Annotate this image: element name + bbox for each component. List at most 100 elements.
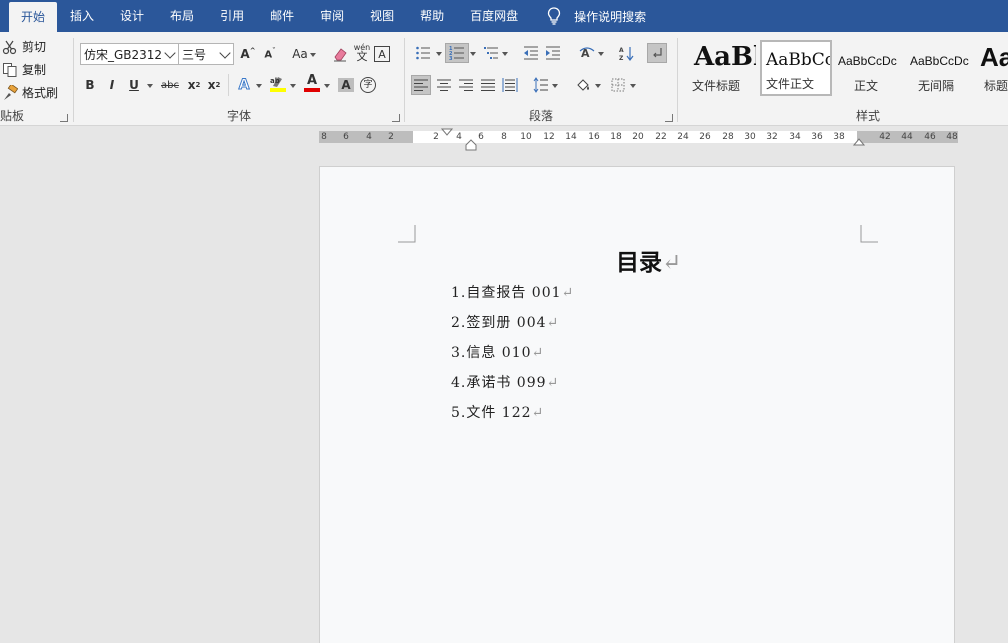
- ruler-tick-label: 36: [811, 132, 823, 142]
- font-row-divider: [228, 74, 229, 96]
- lightbulb-icon: [548, 7, 561, 25]
- subscript-x: x: [187, 78, 196, 92]
- tab-home[interactable]: 开始: [9, 2, 58, 32]
- decrease-indent-button[interactable]: [521, 43, 541, 63]
- borders-button[interactable]: [608, 75, 628, 95]
- line-spacing-button[interactable]: [531, 75, 551, 95]
- toc-line[interactable]: 4.承诺书 099↵: [451, 372, 559, 392]
- svg-text:3: 3: [449, 56, 453, 61]
- ruler-tick-label: 4: [366, 132, 372, 142]
- cut-label: 剪切: [22, 40, 47, 54]
- align-center-button[interactable]: [434, 75, 454, 95]
- tab-insert[interactable]: 插入: [57, 0, 107, 32]
- tab-baidu-netdisk[interactable]: 百度网盘: [457, 0, 532, 32]
- tab-mailings[interactable]: 邮件: [257, 0, 307, 32]
- toc-line-text: 3.信息 010: [451, 345, 532, 361]
- toc-line[interactable]: 5.文件 122↵: [451, 402, 544, 422]
- highlight-color-button[interactable]: ab: [268, 73, 288, 93]
- multilevel-list-button[interactable]: [481, 43, 501, 63]
- grow-font-icon: A^: [240, 47, 256, 61]
- text-effects-button[interactable]: A: [234, 75, 254, 95]
- bold-button[interactable]: B: [80, 75, 100, 95]
- toc-line[interactable]: 2.签到册 004↵: [451, 312, 559, 332]
- style-sample: AaBbCcDc: [910, 54, 969, 68]
- phonetic-guide-char: 文: [356, 50, 368, 63]
- right-indent-marker[interactable]: [853, 138, 865, 146]
- ruler-tick-label: 6: [478, 132, 484, 142]
- superscript-button[interactable]: x2: [204, 75, 224, 95]
- subscript-button[interactable]: x2: [184, 75, 204, 95]
- underline-button[interactable]: U: [124, 75, 144, 95]
- paragraph-group-label: 段落: [528, 109, 553, 123]
- shrink-font-button[interactable]: Aˇ: [260, 44, 280, 64]
- style-item-normal[interactable]: AaBbCcDc 正文: [836, 40, 906, 96]
- show-hide-marks-button[interactable]: [647, 43, 667, 63]
- font-name-combo[interactable]: 仿宋_GB2312: [80, 43, 179, 65]
- ruler-tick-label: 2: [433, 132, 439, 142]
- phonetic-guide-button[interactable]: wén 文: [352, 42, 372, 62]
- ribbon-tab-bar: 开始 插入 设计 布局 引用 邮件 审阅 视图 帮助 百度网盘 操作说明搜索: [0, 0, 1008, 32]
- increase-indent-icon: [546, 46, 560, 60]
- tab-design[interactable]: 设计: [107, 0, 157, 32]
- chevron-down-icon: [147, 84, 153, 88]
- first-line-indent-marker[interactable]: [441, 128, 453, 136]
- font-dialog-launcher[interactable]: [392, 114, 400, 122]
- document-page[interactable]: 目录↵ 1.自查报告 001↵ 2.签到册 004↵ 3.信息 010↵ 4.承…: [319, 166, 955, 643]
- ruler-tick-label: 16: [588, 132, 600, 142]
- tab-view[interactable]: 视图: [357, 0, 407, 32]
- sort-button[interactable]: A Z: [617, 43, 637, 63]
- character-border-button[interactable]: A: [374, 46, 390, 62]
- format-painter-button[interactable]: 格式刷: [2, 84, 58, 101]
- align-right-button[interactable]: [456, 75, 476, 95]
- toc-line[interactable]: 3.信息 010↵: [451, 342, 544, 362]
- character-shading-button[interactable]: A: [336, 75, 356, 95]
- styles-group: AaBl 文件标题 AaBbCc 文件正文 AaBbCcDc 正文 AaBbCc…: [678, 32, 1008, 126]
- styles-group-label: 样式: [855, 109, 880, 123]
- chevron-down-icon: [290, 84, 296, 88]
- style-item-no-spacing[interactable]: AaBbCcDc 无间隔: [908, 40, 978, 96]
- numbering-button[interactable]: 1 2 3: [445, 43, 469, 63]
- chevron-down-icon: [436, 52, 442, 56]
- align-center-icon: [437, 79, 451, 91]
- crop-mark-top-left: [398, 225, 416, 243]
- chinese-layout-button[interactable]: A: [577, 43, 597, 63]
- italic-button[interactable]: I: [102, 75, 122, 95]
- style-item-file-title[interactable]: AaBl 文件标题: [688, 40, 756, 96]
- tab-help[interactable]: 帮助: [407, 0, 457, 32]
- paragraph-mark-icon: ↵: [531, 405, 545, 421]
- font-color-button[interactable]: A: [302, 73, 322, 93]
- toc-line[interactable]: 1.自查报告 001↵: [451, 282, 574, 302]
- tab-review[interactable]: 审阅: [307, 0, 357, 32]
- distributed-button[interactable]: [500, 75, 520, 95]
- tell-me-search[interactable]: 操作说明搜索: [532, 0, 646, 32]
- scissors-icon: [2, 40, 17, 54]
- clipboard-dialog-launcher[interactable]: [60, 114, 68, 122]
- font-size-combo[interactable]: 三号: [178, 43, 234, 65]
- enclose-characters-button[interactable]: 字: [358, 75, 378, 95]
- copy-button[interactable]: 复制: [2, 61, 46, 78]
- ruler-tick-label: 8: [321, 132, 327, 142]
- hanging-indent-marker[interactable]: [465, 139, 477, 151]
- strikethrough-button[interactable]: abc: [158, 75, 182, 95]
- ruler-tick-label: 48: [946, 132, 958, 142]
- ruler-tick-label: 18: [610, 132, 622, 142]
- clear-formatting-button[interactable]: [330, 44, 350, 64]
- document-title[interactable]: 目录↵: [616, 243, 681, 277]
- chevron-down-icon: [630, 84, 636, 88]
- increase-indent-button[interactable]: [543, 43, 563, 63]
- shading-button[interactable]: [573, 75, 593, 95]
- tab-references[interactable]: 引用: [207, 0, 257, 32]
- paragraph-dialog-launcher[interactable]: [665, 114, 673, 122]
- bullets-button[interactable]: [413, 43, 433, 63]
- tab-layout[interactable]: 布局: [157, 0, 207, 32]
- ruler-tick-label: 12: [543, 132, 555, 142]
- justify-button[interactable]: [478, 75, 498, 95]
- cut-button[interactable]: 剪切: [2, 38, 46, 55]
- style-item-file-body[interactable]: AaBbCc 文件正文: [760, 40, 832, 96]
- font-name-value: 仿宋_GB2312: [84, 47, 163, 62]
- align-left-button[interactable]: [411, 75, 431, 95]
- grow-font-button[interactable]: A^: [238, 44, 258, 64]
- style-item-heading[interactable]: Aa 标题: [978, 40, 1008, 96]
- style-name: 无间隔: [918, 79, 955, 93]
- paragraph-mark-icon: ↵: [546, 315, 560, 331]
